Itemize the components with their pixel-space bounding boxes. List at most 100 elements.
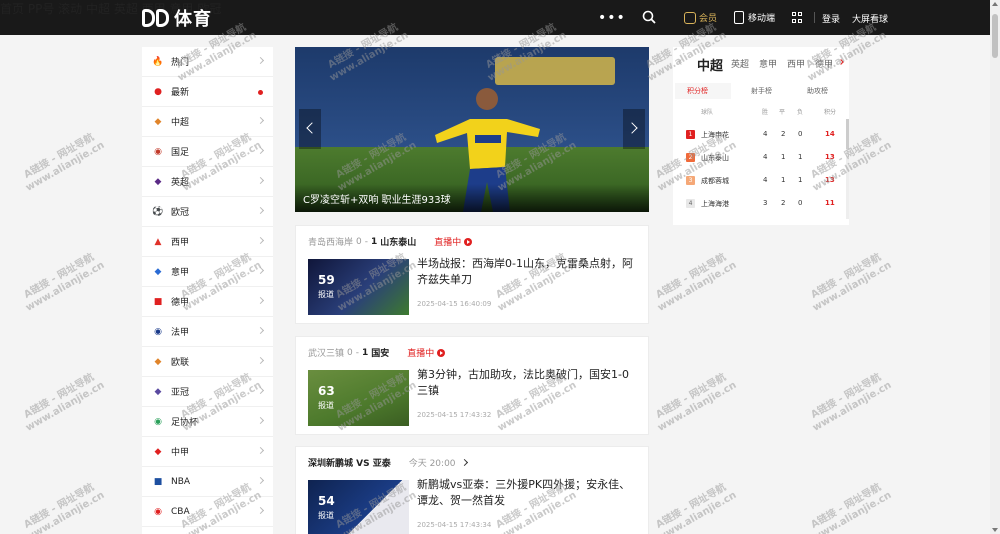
rank-badge: 4 <box>686 199 695 208</box>
premier-league-icon: ◆ <box>154 176 162 187</box>
apps-grid-icon[interactable] <box>792 12 803 23</box>
pp-logo-icon <box>142 8 170 28</box>
login-link[interactable]: 登录 <box>822 12 840 25</box>
subtab-points[interactable]: 积分榜 <box>687 86 708 96</box>
sidebar-item[interactable]: ◆ 欧联 <box>142 347 273 377</box>
sidebar-item[interactable]: ◉ 足协杯 <box>142 407 273 437</box>
nav-item-csl[interactable]: 中超 <box>86 2 110 16</box>
sidebar-item[interactable]: ■ 德甲 <box>142 287 273 317</box>
news-date: 2025-04-15 17:43:32 <box>417 411 492 419</box>
ligue1-icon: ◉ <box>154 326 162 337</box>
sidebar-item[interactable]: ◉ 国足 <box>142 137 273 167</box>
watermark: A链接 - 网址导航 www.alianjie.cn <box>654 251 739 314</box>
chevron-right-icon[interactable] <box>838 59 844 65</box>
tab-bundesliga[interactable]: 德甲 <box>815 57 833 70</box>
mobile-app-button[interactable]: 移动端 <box>734 11 775 24</box>
tab-laliga[interactable]: 西甲 <box>787 57 805 70</box>
nav-item-epl[interactable]: 英超 <box>114 2 138 16</box>
news-card[interactable]: 深圳新鹏城 VS 亚泰 今天 20:00 54 报道 新鹏城vs亚泰：三外援PK… <box>295 446 649 534</box>
live-badge[interactable]: 直播中 <box>407 346 446 359</box>
sidebar-item-label: 中甲 <box>171 448 190 458</box>
matchup: 深圳新鹏城 VS 亚泰 <box>308 459 391 469</box>
carousel-next-button[interactable] <box>623 109 645 149</box>
nav-item-pp[interactable]: PP号 <box>28 2 54 16</box>
sidebar-item[interactable]: ◆ 中超 <box>142 107 273 137</box>
chevron-right-icon[interactable] <box>460 458 468 467</box>
scroll-down-icon[interactable] <box>992 528 998 532</box>
wins: 4 <box>763 153 768 161</box>
sidebar-item[interactable]: ◆ 意甲 <box>142 257 273 287</box>
standings-row[interactable]: 4 上海海港 3 2 0 11 <box>673 194 849 214</box>
sidebar-item-label: 中超 <box>171 118 190 128</box>
team-name: 上海申花 <box>701 131 729 139</box>
news-card[interactable]: 武汉三镇 0 - 1 国安 直播中 63 报道 第3分钟，古加助攻，法比奥破门，… <box>295 336 649 435</box>
chevron-right-icon <box>256 326 265 335</box>
news-thumbnail[interactable]: 59 报道 <box>308 259 409 315</box>
china-league-one-icon: ◆ <box>154 446 162 457</box>
news-thumbnail[interactable]: 54 报道 <box>308 480 409 534</box>
wins: 4 <box>763 176 768 184</box>
vip-button[interactable]: 会员 <box>684 11 717 24</box>
watermark: A链接 - 网址导航 www.alianjie.cn <box>22 371 107 434</box>
live-badge[interactable]: 直播中 <box>434 235 473 248</box>
standings-row[interactable]: 3 成都蓉城 4 1 1 13 <box>673 171 849 191</box>
draws: 1 <box>781 153 786 161</box>
scroll-up-icon[interactable] <box>992 2 998 6</box>
logo-text: 体育 <box>174 9 212 30</box>
vip-icon <box>684 11 696 24</box>
chevron-right-icon <box>256 416 265 425</box>
sidebar-item[interactable]: ▲ 西甲 <box>142 227 273 257</box>
tab-seriea[interactable]: 意甲 <box>759 57 777 70</box>
nav-item-scroll[interactable]: 滚动 <box>58 2 82 16</box>
scrollbar-thumb[interactable] <box>992 14 998 58</box>
news-title[interactable]: 半场战报：西海岸0-1山东，克雷桑点射，阿齐兹失单刀 <box>417 256 639 288</box>
chevron-right-icon <box>256 296 265 305</box>
standings-header: 球队 胜 平 负 积分 <box>673 105 849 119</box>
sidebar-item-label: 热门 <box>171 58 190 68</box>
sidebar-item[interactable]: ◆ 亚冠 <box>142 377 273 407</box>
news-thumbnail[interactable]: 63 报道 <box>308 370 409 426</box>
chevron-right-icon <box>256 356 265 365</box>
page-scrollbar[interactable] <box>990 0 1000 534</box>
carousel-prev-button[interactable] <box>299 109 321 149</box>
sidebar-item-label: NBA <box>171 476 191 487</box>
standings-panel: 中超 英超 意甲 西甲 德甲 积分榜 射手榜 助攻榜 球队 胜 平 负 积分 1… <box>673 47 849 225</box>
nav-item-home[interactable]: 首页 <box>0 2 24 16</box>
subtab-assists[interactable]: 助攻榜 <box>807 86 828 96</box>
sidebar-item-label: 国足 <box>171 148 190 158</box>
standings-row[interactable]: 1 上海申花 4 2 0 14 <box>673 125 849 145</box>
chevron-right-icon <box>256 146 265 155</box>
news-card[interactable]: 青岛西海岸 0 - 1 山东泰山 直播中 59 报道 半场战报：西海岸0-1山东… <box>295 225 649 324</box>
tab-epl[interactable]: 英超 <box>731 57 749 70</box>
match-header[interactable]: 青岛西海岸 0 - 1 山东泰山 直播中 <box>308 235 473 248</box>
sidebar-item[interactable]: ■ NBA <box>142 467 273 497</box>
sidebar-item[interactable]: ● 最新 <box>142 77 273 107</box>
europa-icon: ◆ <box>154 356 162 367</box>
search-icon[interactable] <box>642 10 656 24</box>
news-title[interactable]: 新鹏城vs亚泰：三外援PK四外援；安永佳、谭龙、贺一然首发 <box>417 477 639 509</box>
match-header[interactable]: 武汉三镇 0 - 1 国安 直播中 <box>308 346 446 359</box>
subtab-scorers[interactable]: 射手榜 <box>751 86 772 96</box>
sidebar-item[interactable]: ◆ 中甲 <box>142 437 273 467</box>
away-team: 国安 <box>371 349 390 359</box>
chevron-right-icon <box>256 386 265 395</box>
more-icon[interactable]: ••• <box>598 10 626 26</box>
sidebar-item[interactable]: ◉ 法甲 <box>142 317 273 347</box>
sidebar-item-label: 德甲 <box>171 298 190 308</box>
standings-scrollbar[interactable] <box>846 119 849 219</box>
sidebar-item[interactable]: ⚽ 欧冠 <box>142 197 273 227</box>
tab-csl[interactable]: 中超 <box>697 55 723 74</box>
afc-icon: ◆ <box>154 386 162 397</box>
chevron-left-icon[interactable] <box>678 59 684 65</box>
match-header[interactable]: 深圳新鹏城 VS 亚泰 今天 20:00 <box>308 456 468 469</box>
headline-carousel[interactable]: C罗凌空斩+双响 职业生涯933球 <box>295 47 649 212</box>
news-title[interactable]: 第3分钟，古加助攻，法比奥破门，国安1-0三镇 <box>417 367 639 399</box>
sidebar-item[interactable]: ◉ CBA <box>142 497 273 527</box>
score-separator: - <box>364 236 368 247</box>
username-link[interactable]: 大屏看球 <box>852 12 888 25</box>
standings-row[interactable]: 2 山东泰山 4 1 1 13 <box>673 148 849 168</box>
nba-icon: ■ <box>153 476 163 487</box>
site-logo[interactable]: 体育 <box>142 7 212 30</box>
sidebar-item[interactable]: 🔥 热门 <box>142 47 273 77</box>
sidebar-item[interactable]: ◆ 英超 <box>142 167 273 197</box>
